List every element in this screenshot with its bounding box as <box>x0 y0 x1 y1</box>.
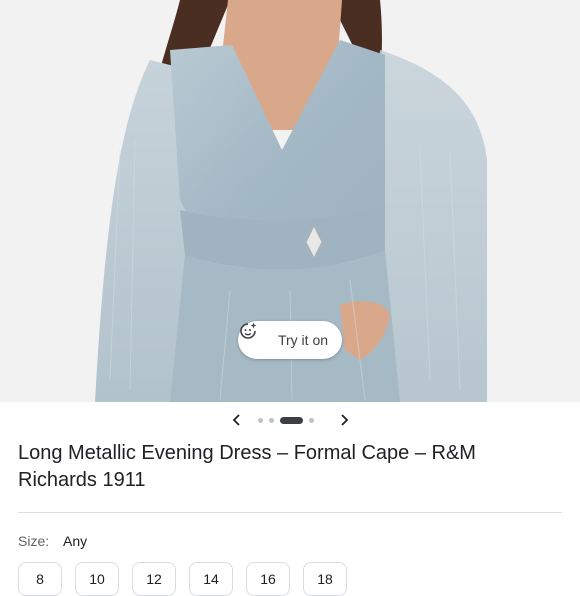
size-filter: Size: Any <box>18 533 87 549</box>
try-it-on-label: Try it on <box>277 332 329 348</box>
size-value: Any <box>63 533 88 549</box>
size-option[interactable]: 16 <box>246 562 290 596</box>
chevron-right-icon[interactable] <box>335 411 353 429</box>
carousel-dot[interactable] <box>269 417 274 423</box>
size-option[interactable]: 10 <box>75 562 119 596</box>
size-option[interactable]: 12 <box>132 562 176 596</box>
product-image[interactable]: Try it on <box>0 0 580 402</box>
carousel-dot-active[interactable] <box>280 416 303 424</box>
size-option[interactable]: 18 <box>303 562 347 596</box>
try-it-on-button[interactable]: Try it on <box>238 321 342 359</box>
size-label: Size: <box>18 533 50 549</box>
size-option[interactable]: 8 <box>18 562 62 596</box>
carousel-dot[interactable] <box>309 417 314 423</box>
divider <box>18 512 562 513</box>
size-options: 8 10 12 14 16 18 <box>18 562 347 596</box>
size-option[interactable]: 14 <box>189 562 233 596</box>
sparkle-face-icon <box>240 322 272 350</box>
image-carousel-controls <box>0 402 580 438</box>
carousel-dot[interactable] <box>258 417 263 423</box>
carousel-dots <box>258 416 314 424</box>
product-title: Long Metallic Evening Dress – Formal Cap… <box>18 442 476 491</box>
chevron-left-icon[interactable] <box>228 411 246 429</box>
